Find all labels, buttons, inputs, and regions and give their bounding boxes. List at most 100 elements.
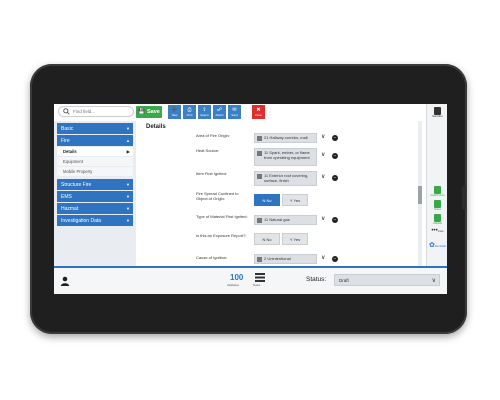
send-label: Send <box>231 113 238 117</box>
cause-of-ignition-select[interactable]: 2 Unintentional <box>254 254 317 264</box>
remove-icon[interactable]: − <box>332 135 338 141</box>
field-label: Area of Fire Origin: <box>196 133 230 138</box>
nav-subitem-mobile-property[interactable]: Mobile Property <box>57 167 133 176</box>
notes-icon <box>434 200 441 208</box>
nav-item-structure-fire[interactable]: Structure Fire ▼ <box>57 179 133 190</box>
exposure-no-button[interactable]: N No <box>254 233 280 245</box>
user-icon[interactable] <box>60 276 70 286</box>
nav-label: Structure Fire <box>61 181 92 188</box>
rp-label: Narrative <box>432 115 443 118</box>
new-label: New <box>171 113 178 117</box>
nav-item-hazmat[interactable]: Hazmat ▼ <box>57 203 133 214</box>
chevron-down-icon: ▼ <box>126 218 130 223</box>
tablet-home-button <box>462 186 466 210</box>
send-button[interactable]: ✉ Send <box>228 105 241 119</box>
nav-sub-label: Mobile Property <box>63 169 93 174</box>
notes-icon[interactable] <box>255 273 265 282</box>
chevron-down-icon: ▼ <box>126 126 130 131</box>
reminder-button[interactable]: ✿Reminder <box>429 242 446 250</box>
nav-item-investigation-data[interactable]: Investigation Data ▼ <box>57 215 133 226</box>
search-box[interactable] <box>58 106 134 117</box>
field-value: 21 Hallway corridor, mall <box>264 135 308 140</box>
search-input[interactable] <box>73 109 133 114</box>
fire-spread-no-button[interactable]: N No <box>254 194 280 206</box>
area-of-fire-origin-select[interactable]: 21 Hallway corridor, mall <box>254 133 317 143</box>
nav-sub-label: Details <box>63 149 77 154</box>
app-screen: 💾 Save ➕New ⎙Print ⇪Export ☍Attach ✉Send… <box>54 104 447 294</box>
chevron-down-icon[interactable]: ∨ <box>321 133 325 140</box>
code-icon <box>257 174 262 179</box>
status-value: Draft <box>339 277 349 283</box>
chevron-down-icon[interactable]: ∨ <box>321 215 325 222</box>
nav-label: Investigation Data <box>61 217 102 224</box>
print-label: Print <box>186 113 193 117</box>
field-value: 2 Unintentional <box>264 256 291 261</box>
chevron-right-icon: ▶ <box>126 149 130 154</box>
close-label: Close <box>254 113 263 117</box>
nav-item-basic[interactable]: Basic ▼ <box>57 123 133 134</box>
nav-item-fire[interactable]: Fire ▲ <box>57 135 133 146</box>
field-value: 11 Natural gas <box>264 217 290 222</box>
nav-label: Fire <box>61 137 70 144</box>
rp-label: Reminder <box>434 245 447 248</box>
field-label: Item First Ignited: <box>196 171 227 176</box>
validation-label: Validation <box>227 283 240 287</box>
export-button[interactable]: ⇪ Export <box>198 105 211 119</box>
narrative-button[interactable]: Narrative <box>429 107 446 118</box>
code-icon <box>257 218 262 223</box>
validate-button[interactable]: Validate <box>429 214 446 225</box>
sidebar: Basic ▼ Fire ▲ Details ▶ Equipment Mobile P… <box>54 121 136 266</box>
status-select[interactable]: Draft ∨ <box>334 274 440 286</box>
material-first-ignited-select[interactable]: 11 Natural gas <box>254 215 317 225</box>
chevron-down-icon: ▼ <box>126 194 130 199</box>
chevron-down-icon: ▼ <box>126 206 130 211</box>
rp-label: Attachments <box>430 194 445 197</box>
remove-icon[interactable]: − <box>332 217 338 223</box>
chevron-down-icon[interactable]: ∨ <box>321 173 325 180</box>
code-icon <box>257 136 262 141</box>
attachment-icon <box>434 186 441 194</box>
attach-label: Attach <box>215 113 224 117</box>
nav-sub-label: Equipment <box>63 159 84 164</box>
nav-item-ems[interactable]: EMS ▼ <box>57 191 133 202</box>
remove-icon[interactable]: − <box>332 256 338 262</box>
nav-subitem-equipment[interactable]: Equipment <box>57 157 133 166</box>
validation-count[interactable]: 100 <box>230 273 243 282</box>
page-title: Details <box>146 124 166 130</box>
nav-label: Basic <box>61 125 74 132</box>
chevron-down-icon[interactable]: ∨ <box>321 151 325 158</box>
field-label: Heat Source: <box>196 148 220 153</box>
attach-button[interactable]: ☍ Attach <box>213 105 226 119</box>
save-icon: 💾 <box>138 109 145 115</box>
nav-subitem-details[interactable]: Details ▶ <box>57 147 133 156</box>
nav-label: EMS <box>61 193 72 200</box>
nav-label: Hazmat <box>61 205 79 212</box>
rp-label: Notes <box>434 208 441 211</box>
field-label: Fire Spread Confined to Object of Origin… <box>196 191 239 201</box>
fire-spread-yes-button[interactable]: Y Yes <box>282 194 308 206</box>
heat-source-select[interactable]: 11 Spark, ember, or flame from operating… <box>254 148 317 166</box>
new-button[interactable]: ➕ New <box>168 105 181 119</box>
footer-bar: 100 Validation Notes Status: Draft ∨ <box>54 266 447 294</box>
more-button[interactable]: •••more <box>429 228 446 234</box>
chevron-down-icon: ∨ <box>431 277 436 284</box>
code-icon <box>257 151 262 156</box>
remove-icon[interactable]: − <box>332 153 338 159</box>
notes-panel-button[interactable]: Notes <box>429 200 446 211</box>
chevron-down-icon[interactable]: ∨ <box>321 254 325 261</box>
exposure-yes-button[interactable]: Y Yes <box>282 233 308 245</box>
chevron-up-icon: ▲ <box>126 138 130 143</box>
print-button[interactable]: ⎙ Print <box>183 105 196 119</box>
save-button[interactable]: 💾 Save <box>136 106 162 118</box>
remove-icon[interactable]: − <box>332 175 338 181</box>
notes-label: Notes <box>253 283 261 287</box>
document-icon <box>434 107 441 115</box>
status-label: Status: <box>306 276 327 283</box>
close-button[interactable]: ✖ Close <box>252 105 265 119</box>
attachments-button[interactable]: Attachments <box>429 186 446 197</box>
chevron-down-icon: ▼ <box>126 182 130 187</box>
item-first-ignited-select[interactable]: 11 Exterior roof covering, surface, fini… <box>254 171 317 186</box>
export-label: Export <box>200 113 209 117</box>
save-label: Save <box>147 109 160 115</box>
scrollbar-thumb[interactable] <box>418 186 422 204</box>
